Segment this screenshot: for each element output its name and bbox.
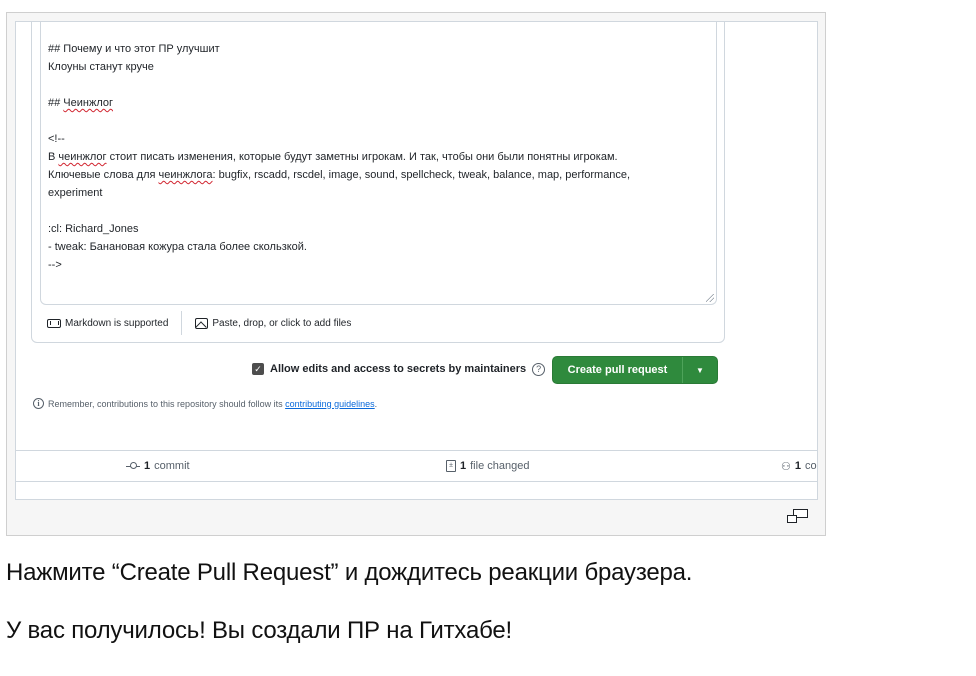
instruction-caption: Нажмите “Create Pull Request” и дождитес…	[6, 559, 693, 586]
contribution-notice-text: Remember, contributions to this reposito…	[48, 398, 378, 409]
resize-handle[interactable]	[706, 294, 714, 302]
commits-label: commit	[154, 460, 190, 472]
editor-footer: Markdown is supported Paste, drop, or cl…	[40, 309, 717, 337]
textarea-line: experiment	[48, 187, 103, 199]
contribution-notice: i Remember, contributions to this reposi…	[33, 398, 377, 409]
chevron-down-icon[interactable]: ▼	[683, 366, 717, 375]
info-icon: i	[33, 398, 44, 409]
contributors-label: co	[805, 460, 817, 472]
textarea-line: Клоуны станут круче	[48, 61, 154, 73]
allow-edits-checkbox[interactable]: ✓	[252, 363, 264, 375]
textarea-line: :cl: Richard_Jones	[48, 223, 139, 235]
contributing-guidelines-link[interactable]: contributing guidelines	[285, 399, 375, 409]
success-caption: У вас получилось! Вы создали ПР на Гитха…	[6, 617, 512, 644]
contributors-tab[interactable]: ⚇ 1 co	[781, 451, 817, 481]
commits-tab[interactable]: 1 commit	[126, 451, 190, 481]
pr-stats-bar: 1 commit ± 1 file changed ⚇ 1 co	[16, 450, 817, 482]
allow-edits-row: ✓ Allow edits and access to secrets by m…	[252, 355, 546, 383]
spellcheck-word: Чеинжлог	[63, 97, 113, 109]
textarea-line: Ключевые слова для чеинжлога: bugfix, rs…	[48, 169, 631, 181]
expand-image-icon[interactable]	[787, 509, 809, 525]
commit-icon	[126, 462, 140, 470]
create-pull-request-button-group: Create pull request ▼	[552, 356, 718, 384]
image-icon	[195, 317, 209, 329]
textarea-line: В чеинжлог стоит писать изменения, котор…	[48, 151, 618, 163]
spellcheck-word: чеинжлог	[58, 151, 107, 163]
textarea-line: ## Чеинжлог	[48, 97, 113, 109]
textarea-line: - tweak: Банановая кожура стала более ск…	[48, 241, 307, 253]
files-count: 1	[460, 460, 467, 472]
files-label: file changed	[470, 460, 530, 472]
pr-description-editor: ## Почему и что этот ПР улучшит Клоуны с…	[31, 22, 725, 343]
commits-count: 1	[144, 460, 151, 472]
markdown-icon	[47, 318, 61, 328]
files-changed-tab[interactable]: ± 1 file changed	[446, 451, 529, 481]
attach-files-label: Paste, drop, or click to add files	[212, 317, 352, 329]
markdown-supported-label: Markdown is supported	[65, 317, 169, 329]
people-icon: ⚇	[781, 460, 791, 473]
screenshot-frame: ## Почему и что этот ПР улучшит Клоуны с…	[6, 12, 826, 536]
footer-divider	[181, 311, 183, 335]
help-icon[interactable]: ?	[532, 362, 546, 376]
file-diff-icon: ±	[446, 460, 456, 472]
create-pull-request-button[interactable]: Create pull request	[553, 364, 682, 376]
pr-description-textarea[interactable]: ## Почему и что этот ПР улучшит Клоуны с…	[40, 22, 717, 305]
clipped-text: ▬▬▬▬▬▬▬▬▬▬	[20, 495, 120, 499]
contributors-count: 1	[794, 460, 801, 472]
attach-files-button[interactable]: Paste, drop, or click to add files	[188, 309, 358, 337]
markdown-supported-link[interactable]: Markdown is supported	[40, 309, 175, 337]
textarea-line: <!--	[48, 133, 65, 145]
spellcheck-word: чеинжлога	[158, 169, 213, 181]
browser-viewport: ## Почему и что этот ПР улучшит Клоуны с…	[15, 21, 818, 500]
allow-edits-label[interactable]: Allow edits and access to secrets by mai…	[270, 363, 526, 375]
textarea-line: -->	[48, 259, 62, 271]
textarea-line: ## Почему и что этот ПР улучшит	[48, 43, 220, 55]
